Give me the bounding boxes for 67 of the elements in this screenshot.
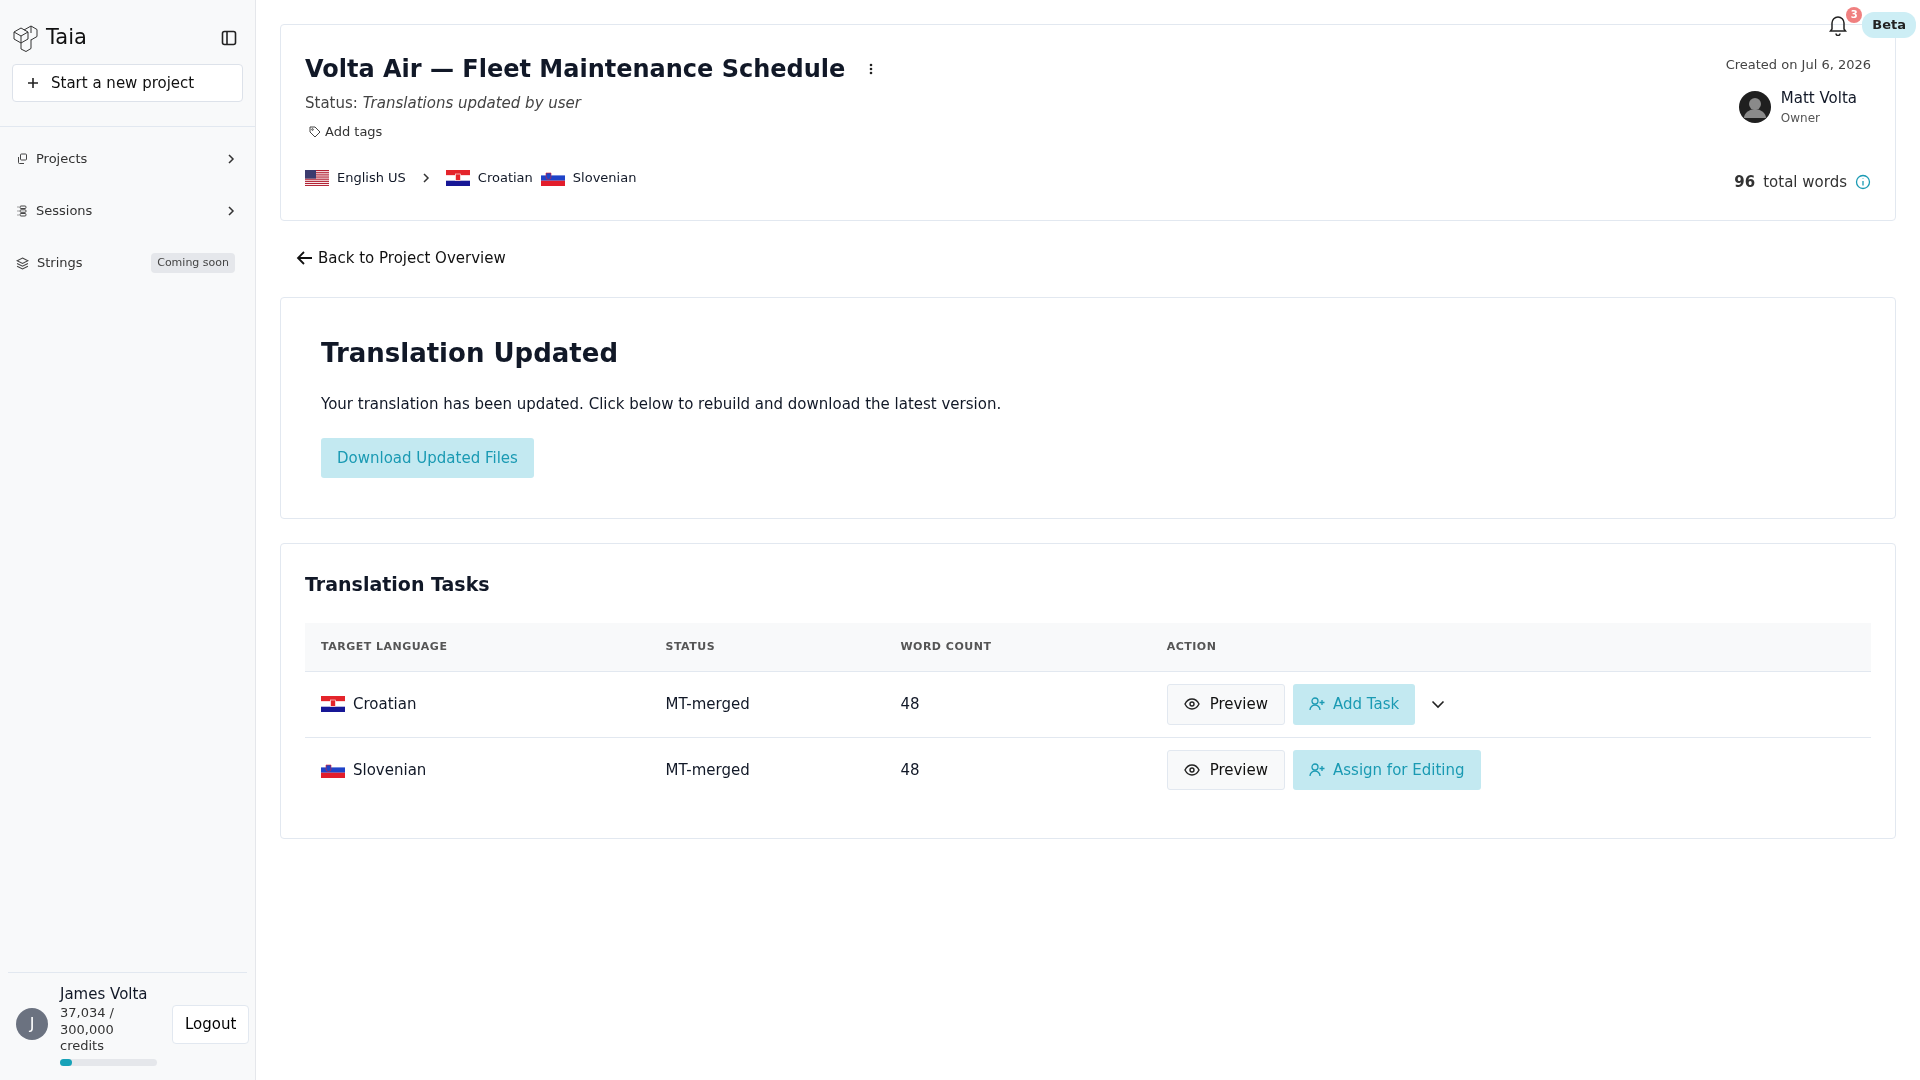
user-avatar: J: [16, 1008, 48, 1041]
sidebar-item[interactable]: Projects: [0, 133, 255, 185]
word-total: 96: [1734, 172, 1756, 193]
logout-button[interactable]: Logout: [172, 1005, 250, 1044]
flag-icon: [321, 761, 345, 778]
owner-name: Matt Volta: [1780, 87, 1857, 109]
eye-icon: [1183, 763, 1200, 776]
avatar-icon: [1738, 90, 1771, 123]
sidebar-item-label: Sessions: [36, 202, 93, 221]
bell-icon[interactable]: [1828, 14, 1849, 37]
arrow-left-icon: [296, 249, 314, 266]
word-total-label: total words: [1763, 172, 1847, 193]
language-name: Croatian: [353, 694, 417, 715]
preview-button[interactable]: Preview: [1166, 749, 1285, 790]
info-icon[interactable]: [1855, 174, 1871, 191]
user-name: James Volta: [60, 983, 149, 1005]
flag-icon: [321, 696, 345, 713]
sidebar-item-label: Strings: [37, 254, 83, 273]
column-header: WORD COUNT: [884, 622, 1151, 672]
sidebar-item-label: Projects: [36, 150, 88, 169]
preview-button[interactable]: Preview: [1166, 684, 1285, 725]
project-title: Volta Air — Fleet Maintenance Schedule: [305, 55, 846, 84]
card-title: Translation Tasks: [305, 572, 491, 597]
tag-icon: [309, 126, 321, 139]
column-header: TARGET LANGUAGE: [305, 622, 650, 672]
list-icon: [16, 205, 28, 217]
column-header: ACTION: [1150, 622, 1871, 672]
flag-icon: [445, 169, 470, 186]
notification-count: 3: [1846, 6, 1863, 23]
language-name: Slovenian: [353, 759, 427, 781]
chevron-right-icon: [421, 171, 430, 184]
add-user-icon: [1309, 697, 1325, 712]
more-options-icon[interactable]: [869, 62, 874, 77]
task-status: MT-merged: [665, 695, 750, 713]
sidebar-toggle-icon[interactable]: [221, 29, 237, 46]
credits-text: 37,034 / 300,000 credits: [60, 1005, 115, 1054]
flag-icon: [305, 169, 329, 186]
chevron-right-icon: [227, 205, 235, 217]
sidebar-item[interactable]: Strings Coming soon: [0, 237, 255, 289]
update-message: Your translation has been updated. Click below to rebuild and download the latest version.: [321, 394, 1003, 415]
created-date: Created on Jul 6, 2026: [1725, 56, 1871, 74]
project-status: Status: Translations updated by user: [305, 92, 583, 114]
coming-soon-badge: Coming soon: [151, 252, 235, 274]
language-label: Slovenian: [572, 168, 637, 187]
back-link[interactable]: Back to Project Overview: [296, 246, 506, 269]
plus-icon: [27, 76, 39, 89]
beta-badge: Beta: [1862, 12, 1916, 38]
eye-icon: [1183, 698, 1200, 711]
task-status: MT-merged: [665, 760, 750, 779]
chevron-down-icon: [1431, 700, 1446, 709]
copy-icon: [16, 153, 28, 165]
sidebar-item[interactable]: Sessions: [0, 185, 255, 237]
brand-name: Taia: [46, 24, 87, 51]
column-header: STATUS: [649, 622, 885, 672]
new-project-button[interactable]: Start a new project: [12, 63, 243, 102]
layers-icon: [16, 256, 29, 270]
card-title: Translation Updated: [321, 337, 619, 370]
word-count: 48: [900, 695, 920, 713]
word-count: 48: [900, 760, 920, 779]
chevron-right-icon: [227, 153, 235, 165]
flag-icon: [540, 169, 565, 186]
cube-logo-icon: [12, 23, 38, 52]
language-label: Croatian: [477, 168, 533, 187]
language-label: English US: [337, 168, 406, 187]
owner-role: Owner: [1780, 110, 1821, 127]
add-tags-button[interactable]: Add tags: [305, 122, 387, 142]
add-user-icon: [1309, 762, 1325, 777]
